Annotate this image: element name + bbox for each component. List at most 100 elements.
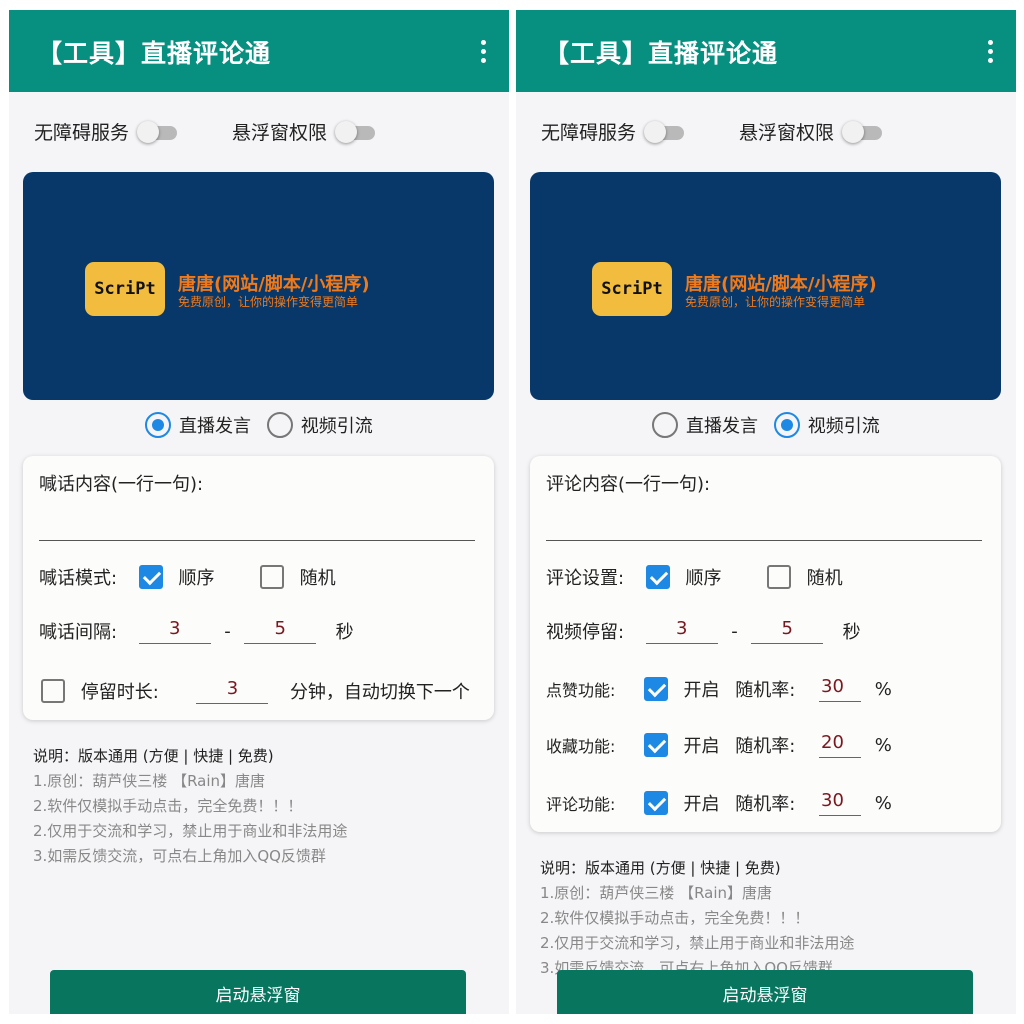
note-line: 2.仅用于交流和学习，禁止用于商业和非法用途 — [33, 822, 348, 840]
accessibility-toggle[interactable] — [137, 120, 178, 144]
collect-rate-label: 随机率: — [735, 736, 796, 757]
notes: 说明：版本通用 (方便 | 快捷 | 免费) 1.原创：葫芦侠三楼 【Rain】… — [33, 744, 347, 869]
note-line: 2.仅用于交流和学习，禁止用于商业和非法用途 — [540, 934, 855, 952]
app-bar: 【工具】直播评论通 — [9, 10, 509, 92]
collect-row: 收藏功能: 开启 随机率: 20 % — [546, 732, 892, 762]
content-input[interactable] — [546, 540, 982, 541]
note-line: 说明：版本通用 (方便 | 快捷 | 免费) — [33, 747, 274, 765]
radio-video-mode[interactable] — [773, 412, 800, 438]
banner-image: ScriPt 唐唐(网站/脚本/小程序) 免费原创，让你的操作变得更简单 — [530, 172, 1001, 400]
random-checkbox[interactable] — [259, 565, 284, 589]
accessibility-permission: 无障碍服务 — [541, 118, 685, 145]
overlay-toggle[interactable] — [842, 120, 883, 144]
collect-label: 收藏功能: — [546, 737, 616, 756]
app-title: 【工具】直播评论通 — [37, 39, 272, 68]
comment-label: 评论功能: — [546, 795, 616, 814]
random-checkbox[interactable] — [766, 565, 791, 589]
banner-image: ScriPt 唐唐(网站/脚本/小程序) 免费原创，让你的操作变得更简单 — [23, 172, 494, 400]
comment-rate-input[interactable]: 30 — [819, 790, 862, 816]
video-stay-label: 视频停留: — [546, 622, 625, 643]
start-float-button[interactable]: 启动悬浮窗 — [557, 970, 973, 1014]
settings-card: 喊话内容(一行一句): 喊话模式: 顺序 随机 喊话间隔: 3 - 5 秒 停留… — [23, 456, 494, 720]
app-bar: 【工具】直播评论通 — [516, 10, 1016, 92]
banner-subtitle: 免费原创，让你的操作变得更简单 — [178, 295, 359, 309]
radio-live-mode[interactable] — [652, 412, 678, 438]
interval-min-input[interactable]: 3 — [138, 618, 211, 644]
note-line: 2.软件仅模拟手动点击，完全免费！！！ — [540, 909, 810, 927]
app-title: 【工具】直播评论通 — [544, 39, 779, 68]
like-label: 点赞功能: — [546, 681, 616, 700]
interval-max-input[interactable]: 5 — [244, 618, 317, 644]
comment-row: 评论功能: 开启 随机率: 30 % — [546, 790, 892, 820]
like-row: 点赞功能: 开启 随机率: 30 % — [546, 676, 892, 706]
percent-unit: % — [874, 792, 892, 814]
mode-radio-group: 直播发言 视频引流 — [145, 412, 383, 438]
radio-live-label: 直播发言 — [179, 416, 251, 437]
shout-mode-label: 喊话模式: — [39, 568, 118, 589]
radio-live-label: 直播发言 — [686, 416, 758, 437]
overlay-permission: 悬浮窗权限 — [232, 118, 376, 145]
like-rate-input[interactable]: 30 — [819, 676, 862, 702]
order-checkbox[interactable] — [645, 565, 670, 589]
mode-radio-group: 直播发言 视频引流 — [652, 412, 890, 438]
comment-checkbox[interactable] — [643, 791, 668, 815]
more-menu-icon[interactable] — [986, 40, 994, 66]
stay-suffix: 分钟，自动切换下一个 — [289, 682, 470, 703]
stay-min-input[interactable]: 3 — [645, 618, 718, 644]
stay-row: 停留时长: 3 分钟，自动切换下一个 — [41, 678, 470, 708]
accessibility-permission: 无障碍服务 — [34, 118, 178, 145]
random-label: 随机 — [299, 568, 336, 589]
interval-label: 喊话间隔: — [39, 622, 118, 643]
collect-checkbox[interactable] — [643, 733, 668, 757]
overlay-permission: 悬浮窗权限 — [739, 118, 883, 145]
script-logo: ScriPt — [592, 262, 672, 316]
note-line: 1.原创：葫芦侠三楼 【Rain】唐唐 — [33, 772, 266, 790]
radio-video-label: 视频引流 — [300, 416, 373, 437]
interval-row: 喊话间隔: 3 - 5 秒 — [39, 618, 354, 644]
percent-unit: % — [874, 734, 892, 756]
comment-rate-label: 随机率: — [735, 794, 796, 815]
collect-rate-input[interactable]: 20 — [819, 732, 862, 758]
percent-unit: % — [874, 678, 892, 700]
content-label: 喊话内容(一行一句): — [39, 474, 204, 495]
accessibility-toggle[interactable] — [644, 120, 685, 144]
video-stay-row: 视频停留: 3 - 5 秒 — [546, 618, 861, 644]
note-line: 1.原创：葫芦侠三楼 【Rain】唐唐 — [540, 884, 773, 902]
stay-max-input[interactable]: 5 — [751, 618, 824, 644]
seconds-unit: 秒 — [842, 622, 861, 643]
more-menu-icon[interactable] — [479, 40, 487, 66]
random-label: 随机 — [806, 568, 843, 589]
script-logo: ScriPt — [85, 262, 165, 316]
comment-mode-row: 评论设置: 顺序 随机 — [546, 564, 843, 594]
stay-input[interactable]: 3 — [196, 678, 269, 704]
order-label: 顺序 — [178, 568, 215, 589]
radio-video-label: 视频引流 — [807, 416, 880, 437]
note-line: 2.软件仅模拟手动点击，完全免费！！！ — [33, 797, 303, 815]
banner-subtitle: 免费原创，让你的操作变得更简单 — [685, 295, 866, 309]
overlay-label: 悬浮窗权限 — [232, 122, 328, 144]
accessibility-label: 无障碍服务 — [541, 122, 637, 144]
comment-mode-label: 评论设置: — [546, 568, 625, 589]
note-line: 说明：版本通用 (方便 | 快捷 | 免费) — [540, 859, 781, 877]
stay-checkbox[interactable] — [41, 679, 65, 703]
shout-mode-row: 喊话模式: 顺序 随机 — [39, 564, 336, 594]
collect-enable-label: 开启 — [683, 736, 720, 757]
comment-enable-label: 开启 — [683, 794, 720, 815]
notes: 说明：版本通用 (方便 | 快捷 | 免费) 1.原创：葫芦侠三楼 【Rain】… — [540, 856, 854, 981]
radio-live-mode[interactable] — [145, 412, 171, 438]
content-input[interactable] — [39, 540, 475, 541]
like-enable-label: 开启 — [683, 680, 720, 701]
stay-label: 停留时长: — [80, 682, 159, 703]
overlay-label: 悬浮窗权限 — [739, 122, 835, 144]
start-float-button[interactable]: 启动悬浮窗 — [50, 970, 466, 1014]
accessibility-label: 无障碍服务 — [34, 122, 130, 144]
settings-card: 评论内容(一行一句): 评论设置: 顺序 随机 视频停留: 3 - 5 秒 点赞… — [530, 456, 1001, 832]
seconds-unit: 秒 — [335, 622, 354, 643]
like-checkbox[interactable] — [643, 677, 668, 701]
radio-video-mode[interactable] — [266, 412, 293, 438]
screen-video-mode: 【工具】直播评论通 无障碍服务 悬浮窗权限 ScriPt 唐唐(网站/脚本/小程… — [516, 10, 1016, 1014]
order-checkbox[interactable] — [138, 565, 163, 589]
overlay-toggle[interactable] — [335, 120, 376, 144]
screen-live-mode: 【工具】直播评论通 无障碍服务 悬浮窗权限 ScriPt 唐唐(网站/脚本/小程… — [9, 10, 509, 1014]
like-rate-label: 随机率: — [735, 680, 796, 701]
